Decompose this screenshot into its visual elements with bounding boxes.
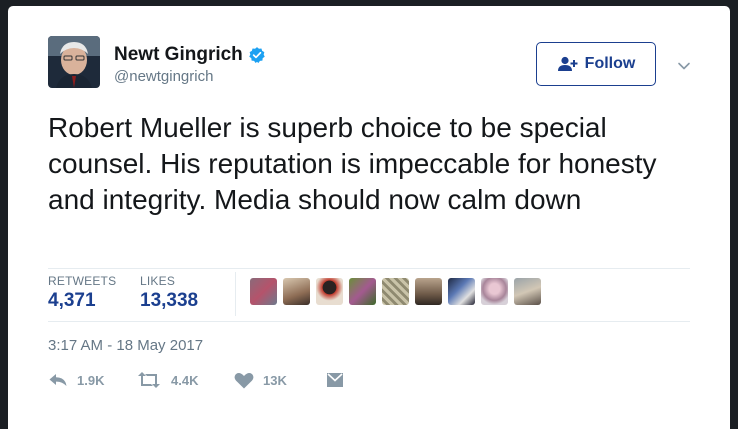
direct-message-button[interactable] [326,372,353,388]
tweet-card: Newt Gingrich @newtgingrich Follow Rober… [8,6,730,429]
like-count: 13K [263,373,287,388]
tweet-text: Robert Mueller is superb choice to be sp… [48,112,657,215]
liker-avatar[interactable] [481,278,508,305]
retweet-icon [138,372,160,388]
like-icon [234,373,254,389]
retweet-button[interactable]: 4.4K [136,372,198,388]
reply-count: 1.9K [77,372,105,388]
divider [48,268,690,269]
liker-avatar[interactable] [283,278,310,305]
retweets-label[interactable]: RETWEETS [48,274,116,288]
liker-avatar[interactable] [514,278,541,305]
timestamp[interactable]: 3:17 AM - 18 May 2017 [48,337,203,354]
liker-avatar[interactable] [316,278,343,305]
follow-button[interactable]: Follow [536,42,656,86]
liker-avatar[interactable] [415,278,442,305]
like-button[interactable]: 13K [234,372,287,389]
retweet-count: 4.4K [171,372,199,388]
retweets-count[interactable]: 4,371 [48,290,96,312]
user-name[interactable]: Newt Gingrich [114,44,243,66]
likes-label[interactable]: LIKES [140,274,175,288]
reply-icon [49,374,67,386]
user-name-row: Newt Gingrich [114,44,266,66]
follow-person-icon [557,56,578,71]
verified-icon [249,47,265,63]
divider [48,321,690,322]
user-handle[interactable]: @newtgingrich [114,68,213,85]
liker-avatar[interactable] [250,278,277,305]
direct-message-icon [327,373,343,387]
likes-count[interactable]: 13,338 [140,290,198,312]
follow-label: Follow [584,55,636,72]
chevron-down-icon[interactable] [676,58,692,74]
avatar[interactable] [48,36,100,88]
reply-button[interactable]: 1.9K [48,372,104,388]
liker-avatar[interactable] [349,278,376,305]
stats-divider [235,272,236,316]
liker-avatar[interactable] [448,278,475,305]
liker-avatar[interactable] [382,278,409,305]
